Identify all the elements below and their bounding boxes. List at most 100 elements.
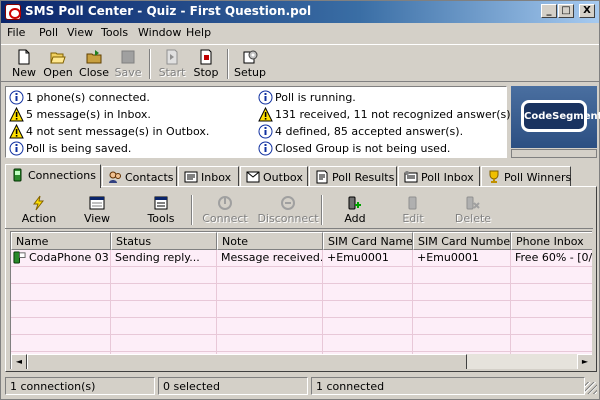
- open-folder-icon: [50, 52, 66, 64]
- tab-poll-winners[interactable]: Poll Winners: [481, 166, 571, 186]
- column-sim-card-name[interactable]: SIM Card Name: [323, 232, 413, 250]
- menu-file[interactable]: File: [7, 26, 25, 39]
- status-text: 5 message(s) in Inbox.: [26, 108, 151, 121]
- edit-button[interactable]: Edit: [383, 193, 443, 227]
- open-button[interactable]: Open: [39, 47, 77, 81]
- tab-outbox[interactable]: Outbox: [240, 166, 308, 186]
- add-label: Add: [344, 212, 366, 225]
- cell-name: CodaPhone 031: [11, 250, 111, 266]
- menu-poll[interactable]: Poll: [39, 26, 58, 39]
- codesegment-logo: CodeSegment: [511, 86, 600, 148]
- close-button[interactable]: Close: [75, 47, 113, 81]
- tab-connections[interactable]: Connections: [5, 164, 101, 188]
- start-label: Start: [158, 66, 186, 79]
- column-phone-inbox[interactable]: Phone Inbox: [511, 232, 592, 250]
- logo-frame: CodeSegment: [521, 100, 600, 132]
- cell-phone-inbox: Free 60% - [0/...: [511, 250, 592, 266]
- minimize-button[interactable]: _: [541, 4, 557, 18]
- tab-label: Inbox: [201, 171, 232, 184]
- app-icon[interactable]: [5, 4, 21, 20]
- column-name[interactable]: Name: [11, 232, 111, 250]
- scroll-left-button[interactable]: ◄: [11, 354, 27, 369]
- column-note[interactable]: Note: [217, 232, 323, 250]
- save-button[interactable]: Save: [109, 47, 147, 81]
- status-connected: 1 connected: [311, 377, 585, 395]
- info-icon: [258, 124, 273, 139]
- warning-icon: [9, 107, 24, 122]
- delete-phone-icon: [466, 196, 480, 210]
- view-button[interactable]: View: [67, 193, 127, 227]
- add-button[interactable]: Add: [325, 193, 385, 227]
- tab-poll-results[interactable]: Poll Results: [309, 166, 397, 186]
- contacts-icon: [109, 171, 121, 183]
- edit-label: Edit: [402, 212, 424, 225]
- save-label: Save: [114, 66, 142, 79]
- start-icon: [166, 49, 178, 65]
- tab-contacts[interactable]: Contacts: [102, 166, 177, 186]
- status-text: Closed Group is not being used.: [275, 142, 451, 155]
- setup-button[interactable]: Setup: [231, 47, 269, 81]
- menu-view[interactable]: View: [67, 26, 93, 39]
- setup-label: Setup: [233, 66, 267, 79]
- trophy-icon: [489, 170, 499, 183]
- menu-help[interactable]: Help: [186, 26, 211, 39]
- column-status[interactable]: Status: [111, 232, 217, 250]
- table-row[interactable]: CodaPhone 031 Sending reply... Message r…: [11, 250, 592, 266]
- status-connections: 1 connection(s): [5, 377, 155, 395]
- menu-bar: File Poll View Tools Window Help: [1, 23, 599, 43]
- tools-button[interactable]: Tools: [131, 193, 191, 227]
- cell-sim-card-name: +Emu0001: [323, 250, 413, 266]
- new-button[interactable]: New: [5, 47, 43, 81]
- poll-inbox-icon: [404, 171, 418, 183]
- stop-button[interactable]: Stop: [187, 47, 225, 81]
- status-text: Poll is being saved.: [26, 142, 132, 155]
- close-window-button[interactable]: X: [579, 4, 595, 18]
- info-icon: [258, 90, 273, 105]
- column-sim-card-number[interactable]: SIM Card Number: [413, 232, 511, 250]
- new-file-icon: [18, 49, 30, 65]
- window-title: SMS Poll Center - Quiz - First Question.…: [25, 4, 312, 18]
- close-label: Close: [79, 66, 109, 79]
- setup-icon: [243, 50, 258, 64]
- status-bar: 1 connection(s) 0 selected 1 connected: [1, 376, 599, 398]
- horizontal-scrollbar[interactable]: ◄ ►: [11, 354, 592, 369]
- grid-line: [216, 266, 217, 354]
- scroll-right-button[interactable]: ►: [577, 354, 592, 369]
- main-window: SMS Poll Center - Quiz - First Question.…: [0, 0, 600, 400]
- info-icon: [9, 141, 24, 156]
- scroll-thumb[interactable]: [27, 354, 467, 369]
- toolbar-separator: [191, 195, 193, 225]
- close-folder-icon: [86, 50, 102, 64]
- action-label: Action: [21, 212, 57, 225]
- phone-icon: [13, 168, 22, 182]
- disconnect-button[interactable]: Disconnect: [255, 193, 321, 227]
- connect-button[interactable]: Connect: [195, 193, 255, 227]
- cell-note: Message received.: [217, 250, 323, 266]
- title-bar[interactable]: SMS Poll Center - Quiz - First Question.…: [1, 1, 599, 23]
- tab-inbox[interactable]: Inbox: [178, 166, 239, 186]
- tab-poll-inbox[interactable]: Poll Inbox: [398, 166, 480, 186]
- action-button[interactable]: Action: [9, 193, 69, 227]
- new-label: New: [12, 66, 36, 79]
- status-text: Poll is running.: [275, 91, 356, 104]
- connections-grid[interactable]: Name Status Note SIM Card Name SIM Card …: [10, 231, 592, 369]
- stop-icon: [200, 49, 212, 65]
- delete-button[interactable]: Delete: [443, 193, 503, 227]
- logo-progress-bar: [511, 149, 597, 158]
- tab-label: Contacts: [125, 171, 174, 184]
- view-icon: [89, 196, 105, 210]
- menu-window[interactable]: Window: [138, 26, 181, 39]
- status-text: 1 phone(s) connected.: [26, 91, 150, 104]
- start-button[interactable]: Start: [153, 47, 191, 81]
- power-off-icon: [281, 196, 295, 210]
- tools-label: Tools: [147, 212, 175, 225]
- logo-text: CodeSegment: [524, 111, 600, 122]
- menu-tools[interactable]: Tools: [101, 26, 128, 39]
- resize-grip[interactable]: [585, 382, 597, 394]
- maximize-button[interactable]: □: [558, 4, 574, 18]
- view-label: View: [83, 212, 111, 225]
- status-text: 131 received, 11 not recognized answer(s…: [275, 108, 515, 121]
- cell-sim-card-number: +Emu0001: [413, 250, 511, 266]
- outbox-icon: [246, 171, 260, 183]
- disconnect-label: Disconnect: [257, 212, 319, 225]
